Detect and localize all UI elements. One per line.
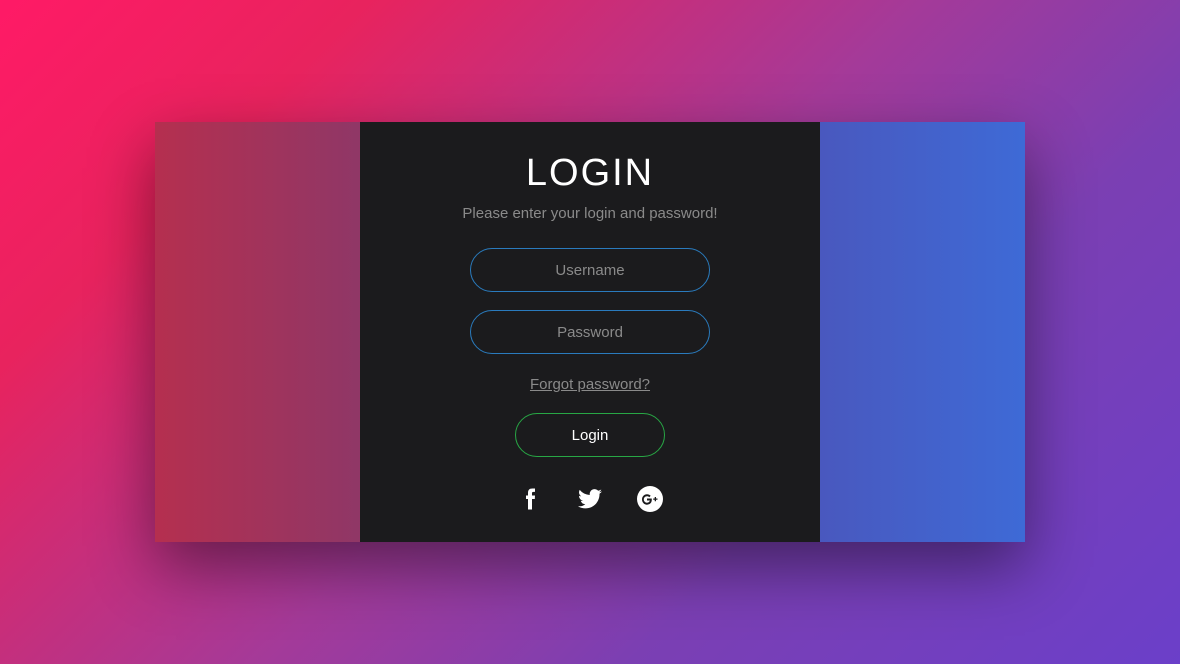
password-input[interactable]: [470, 310, 710, 354]
login-stage: LOGIN Please enter your login and passwo…: [155, 122, 1025, 542]
forgot-password-link[interactable]: Forgot password?: [530, 376, 650, 393]
facebook-button[interactable]: [516, 485, 544, 513]
social-row: [516, 485, 664, 513]
subtitle: Please enter your login and password!: [462, 205, 717, 222]
googleplus-button[interactable]: [636, 485, 664, 513]
twitter-icon: [578, 489, 602, 509]
username-input[interactable]: [470, 248, 710, 292]
login-button[interactable]: Login: [515, 413, 665, 457]
twitter-button[interactable]: [576, 485, 604, 513]
page-title: LOGIN: [526, 152, 654, 195]
facebook-icon: [523, 488, 537, 510]
googleplus-icon: [637, 486, 663, 512]
login-card: LOGIN Please enter your login and passwo…: [360, 122, 820, 542]
